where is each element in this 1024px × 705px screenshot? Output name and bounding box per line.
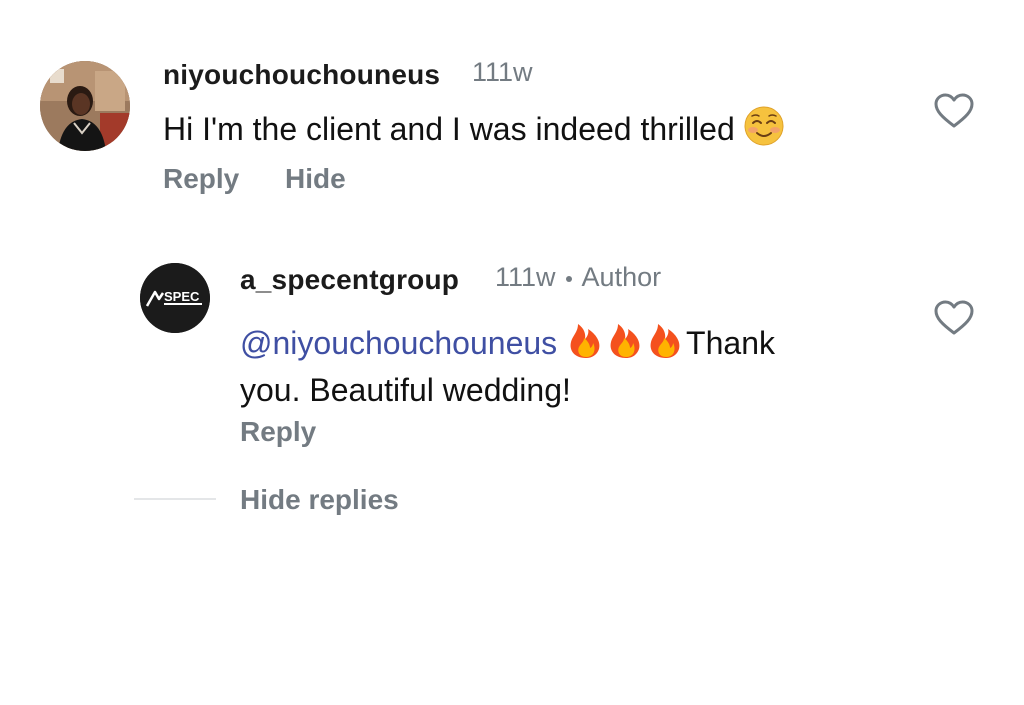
avatar[interactable]: SPEC [140,263,210,333]
like-heart-icon[interactable] [934,300,974,336]
reply-button[interactable]: Reply [240,416,316,448]
fire-emoji-icon [566,320,686,370]
mention-link[interactable]: @niyouchouchouneus [240,325,557,361]
spec-logo-icon: SPEC [140,263,210,333]
comment-text-line2: you. Beautiful wedding! [240,372,571,408]
hide-replies-button[interactable]: Hide replies [240,484,399,516]
relieved-smile-emoji-icon [744,106,784,156]
reply-button[interactable]: Reply [163,163,239,195]
comment-username[interactable]: a_specentgroup [240,264,459,296]
like-heart-icon[interactable] [934,93,974,129]
comment-text-content: Hi I'm the client and I was indeed thril… [163,111,735,147]
comment-timestamp: 111w [472,57,533,87]
comment-meta: 111w Author [495,262,661,293]
comment-username[interactable]: niyouchouchouneus [163,59,440,91]
comment-text-content: Thank [686,325,775,361]
author-badge: Author [581,262,662,292]
avatar[interactable] [40,61,130,151]
comment-text: @niyouchouchouneus Thank you. Beautiful … [240,320,880,411]
thread-divider [134,498,216,500]
comment-timestamp: 111w [495,262,556,292]
hide-button[interactable]: Hide [285,163,346,195]
avatar-logo-text: SPEC [164,289,200,304]
separator-dot [565,275,572,282]
avatar-photo-icon [40,61,130,151]
comment-text: Hi I'm the client and I was indeed thril… [163,106,784,156]
